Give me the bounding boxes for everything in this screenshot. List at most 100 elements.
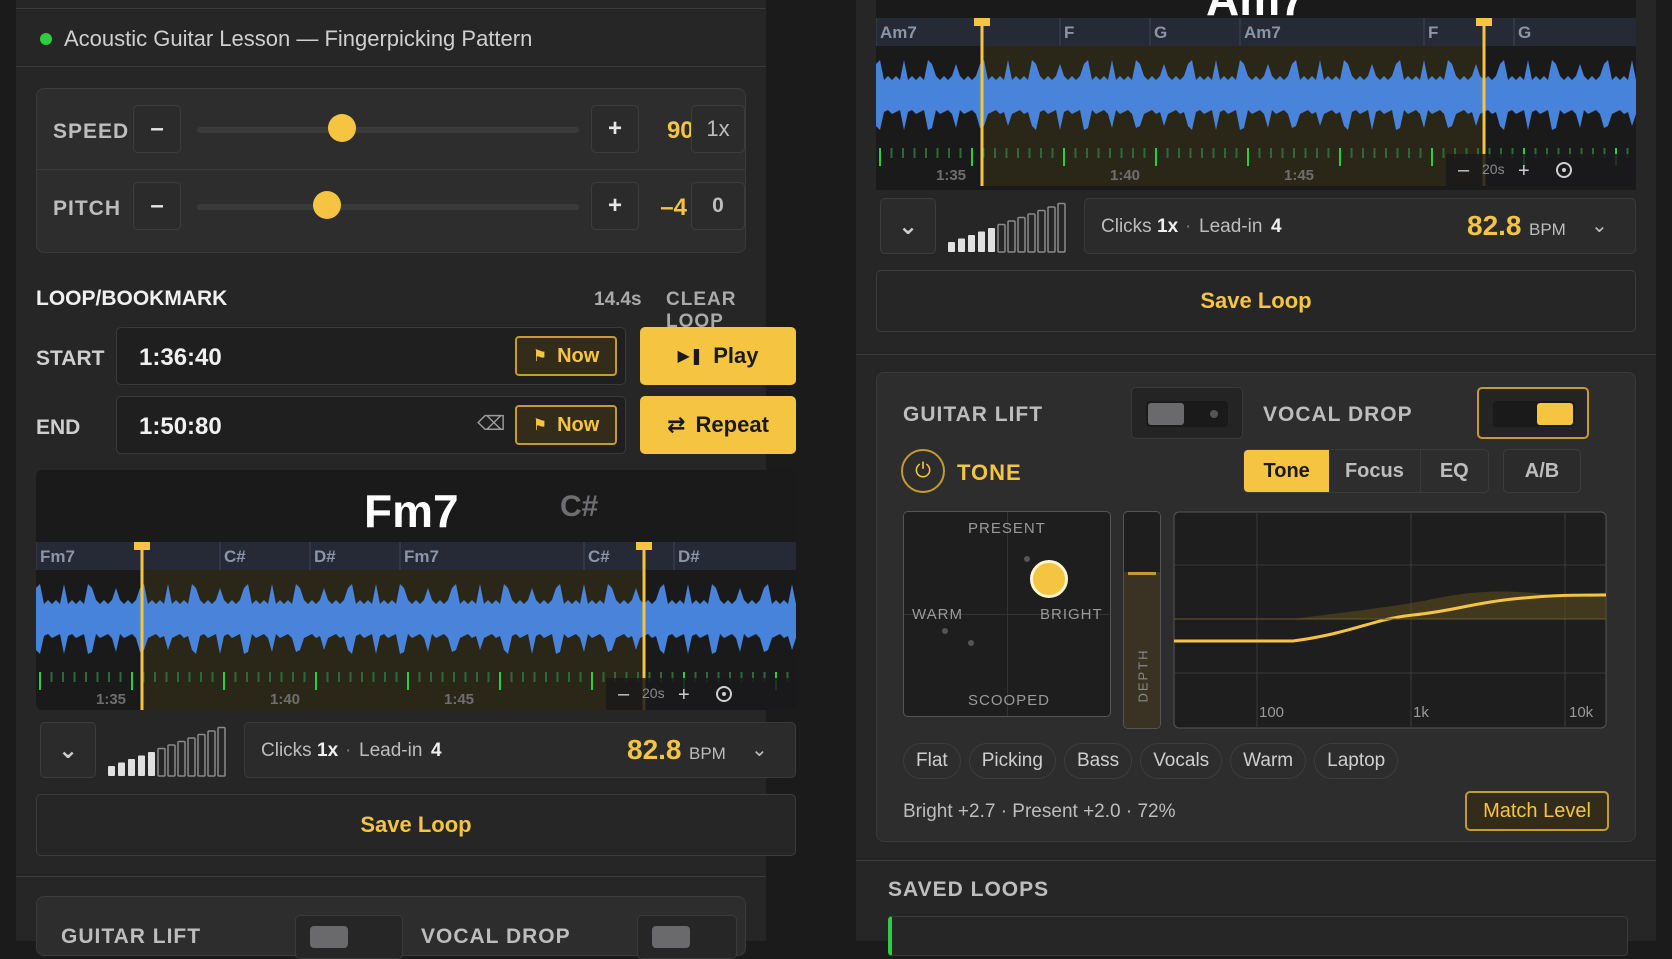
- loop-title: LOOP/BOOKMARK: [36, 287, 228, 310]
- depth-handle[interactable]: [1128, 572, 1156, 575]
- speed-slider-thumb[interactable]: [328, 114, 357, 142]
- tone-pad[interactable]: PRESENT WARM BRIGHT SCOOPED: [903, 511, 1111, 717]
- clicks-value: 1x: [317, 740, 339, 761]
- pitch-slider-thumb[interactable]: [312, 191, 341, 219]
- divider: [856, 860, 1656, 861]
- speed-preset-button[interactable]: 1x: [691, 105, 745, 153]
- preset-bass[interactable]: Bass: [1063, 743, 1133, 779]
- chevron-down-icon[interactable]: ⌄: [751, 737, 768, 762]
- zoom-in-button[interactable]: +: [1518, 160, 1530, 182]
- pitch-label: PITCH: [53, 197, 121, 220]
- time-label: 1:35: [96, 691, 126, 708]
- time-label: 1:40: [1110, 167, 1140, 184]
- chevron-down-icon[interactable]: ⌄: [1591, 213, 1608, 238]
- loop-marker-handle[interactable]: [974, 18, 990, 26]
- volume-bar: [217, 726, 226, 777]
- time-label: 1:45: [1284, 167, 1314, 184]
- volume-bar: [197, 733, 206, 777]
- guitar-lift-label: GUITAR LIFT: [61, 925, 202, 948]
- preset-warm[interactable]: Warm: [1230, 743, 1307, 779]
- volume-bars[interactable]: [948, 202, 1072, 254]
- eq-curve-graph[interactable]: 100 1k 10k: [1173, 511, 1607, 729]
- end-now-button[interactable]: ⚑ Now: [515, 405, 617, 445]
- pad-label-bright: BRIGHT: [1040, 606, 1103, 623]
- save-loop-button[interactable]: Save Loop: [36, 794, 796, 856]
- zoom-bar: [1446, 154, 1636, 186]
- loop-marker-handle[interactable]: [636, 542, 652, 550]
- click-settings-bar[interactable]: Clicks 1x · Lead-in 4 82.8 BPM ⌄: [1084, 198, 1636, 254]
- preset-picking[interactable]: Picking: [968, 743, 1056, 779]
- loop-region: [982, 46, 1482, 186]
- tab-eq[interactable]: EQ: [1421, 450, 1488, 492]
- bookmark-icon: ⚑: [532, 417, 548, 434]
- start-now-button[interactable]: ⚑ Now: [515, 336, 617, 376]
- preset-laptop[interactable]: Laptop: [1314, 743, 1399, 779]
- locate-icon-dot: [722, 692, 726, 696]
- tab-tone[interactable]: Tone: [1244, 450, 1330, 492]
- click-settings-bar[interactable]: Clicks 1x · Lead-in 4 82.8 BPM ⌄: [244, 722, 796, 778]
- match-level-button[interactable]: Match Level: [1465, 791, 1609, 831]
- pitch-increase-button[interactable]: +: [591, 182, 639, 230]
- zoom-in-button[interactable]: +: [678, 684, 690, 706]
- eq-tick-label: 100: [1259, 704, 1284, 721]
- volume-bar: [997, 223, 1006, 253]
- volume-bar: [948, 242, 955, 252]
- volume-bar: [1007, 220, 1016, 253]
- waveform[interactable]: Am7 F G Am7 F G 1:35 1:40 1:45 –20s +: [876, 18, 1636, 186]
- zoom-out-button[interactable]: –: [618, 683, 630, 705]
- zoom-out-button[interactable]: –: [1458, 159, 1470, 181]
- speed-increase-button[interactable]: +: [591, 105, 639, 153]
- volume-bar: [958, 238, 965, 252]
- toggle-indicator: [1210, 410, 1218, 418]
- end-time-value: 1:50:80: [139, 413, 222, 440]
- speed-slider[interactable]: [197, 114, 579, 142]
- waveform-panel: Am7 Am7 F G Am7 F G 1:35 1:40 1:45 –20s +: [876, 0, 1636, 190]
- tab-focus[interactable]: Focus: [1329, 450, 1421, 492]
- waveform[interactable]: Fm7 C# D# Fm7 C# D# 1:35 1:40 1:45 –20s +: [36, 542, 796, 710]
- divider: [16, 8, 766, 9]
- metronome-button[interactable]: ⌄: [880, 198, 936, 254]
- pad-trail-dot: [942, 628, 948, 634]
- end-time-field[interactable]: 1:50:80 ⌫ ⚑ Now: [116, 396, 626, 454]
- saved-loops-title: SAVED LOOPS: [888, 878, 1050, 901]
- ab-compare-button[interactable]: A/B: [1503, 449, 1581, 493]
- clicks-label: Clicks: [261, 740, 312, 761]
- loop-marker-handle[interactable]: [134, 542, 150, 550]
- loop-marker-handle[interactable]: [1476, 18, 1492, 26]
- guitar-lift-toggle[interactable]: [1131, 387, 1243, 439]
- start-time-field[interactable]: 1:36:40 ⚑ Now: [116, 327, 626, 385]
- chord-marker: Am7: [1244, 23, 1281, 42]
- bpm-unit: BPM: [689, 744, 726, 763]
- preset-vocals[interactable]: Vocals: [1140, 743, 1223, 779]
- bpm-value: 82.8: [1467, 210, 1522, 241]
- speed-decrease-button[interactable]: –: [133, 105, 181, 153]
- pitch-slider[interactable]: [197, 191, 579, 219]
- bpm-unit: BPM: [1529, 220, 1566, 239]
- play-button[interactable]: ▶❚ Play: [640, 327, 796, 385]
- divider: [37, 169, 137, 170]
- power-button[interactable]: ⏻: [901, 449, 945, 493]
- metronome-button[interactable]: ⌄: [40, 722, 96, 778]
- separator: ·: [345, 740, 352, 761]
- guitar-lift-toggle[interactable]: [295, 915, 403, 959]
- chord-marker: G: [1154, 23, 1167, 42]
- saved-loop-item[interactable]: [888, 916, 1628, 956]
- volume-bar: [148, 752, 155, 776]
- backspace-icon[interactable]: ⌫: [477, 411, 505, 436]
- pad-puck[interactable]: [1030, 560, 1068, 598]
- pitch-decrease-button[interactable]: –: [133, 182, 181, 230]
- preset-flat[interactable]: Flat: [903, 743, 961, 779]
- vocal-drop-toggle[interactable]: [637, 915, 737, 959]
- pad-label-present: PRESENT: [968, 520, 1046, 537]
- repeat-button[interactable]: ⇄ Repeat: [640, 396, 796, 454]
- zoom-level: 20s: [642, 685, 665, 701]
- save-loop-button[interactable]: Save Loop: [876, 270, 1636, 332]
- bpm-value: 82.8: [627, 734, 682, 765]
- depth-slider[interactable]: DEPTH: [1123, 511, 1161, 729]
- repeat-label: Repeat: [695, 412, 769, 437]
- volume-bars[interactable]: [108, 726, 232, 778]
- vocal-drop-toggle[interactable]: [1477, 387, 1589, 439]
- end-label: END: [36, 416, 81, 439]
- pitch-reset-button[interactable]: 0: [691, 182, 745, 230]
- eq-tick-label: 1k: [1413, 704, 1429, 721]
